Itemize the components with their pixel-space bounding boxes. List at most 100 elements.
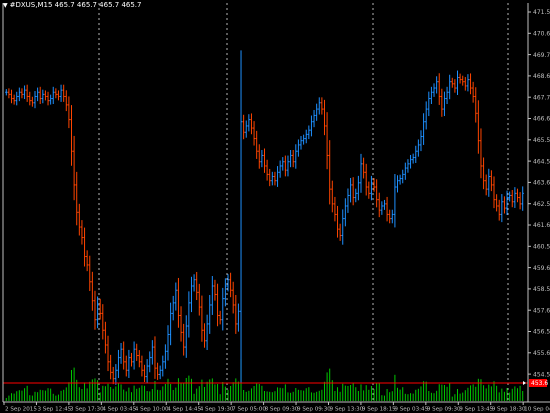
- price-tick-label: 458.5: [533, 286, 550, 293]
- ohlc-bar: [80, 220, 84, 245]
- price-tick-label: 457.6: [533, 307, 550, 314]
- ohlc-bar: [508, 191, 511, 202]
- ohlc-bar: [291, 149, 295, 168]
- ohlc-bar: [182, 323, 185, 356]
- time-axis[interactable]: 2 Sep 2015 3 Sep 12:453 Sep 17:304 Sep 03…: [3, 402, 550, 413]
- ohlc-bar: [23, 85, 26, 100]
- ohlc-bar: [25, 84, 29, 102]
- ohlc-bar: [401, 169, 404, 184]
- time-tick-label: 9 Sep 13:45: [459, 407, 493, 413]
- time-tick-label: 9 Sep 18:30: [492, 407, 526, 413]
- ohlc-bar: [471, 81, 475, 103]
- ohlc-bar: [101, 304, 105, 340]
- ohlc-bar: [498, 199, 501, 221]
- ohlc-bar: [70, 105, 73, 166]
- ohlc-bar: [250, 113, 253, 135]
- time-tick-label: 9 Sep 18:15: [362, 407, 396, 413]
- ohlc-bar: [500, 194, 504, 223]
- ohlc-bar: [224, 278, 227, 307]
- time-tick-label: 9 Sep 03:45: [394, 407, 428, 413]
- ohlc-bar: [451, 77, 454, 88]
- time-tick-label: 4 Sep 03:45: [102, 407, 136, 413]
- ohlc-bar: [438, 73, 441, 105]
- ohlc-bar: [93, 290, 97, 330]
- ohlc-bar: [474, 87, 477, 123]
- price-tick-label: 465.5: [533, 137, 550, 144]
- price-tick-label: 459.6: [533, 265, 550, 272]
- ohlc-bar: [98, 298, 102, 320]
- ohlc-bar: [414, 145, 417, 163]
- ohlc-bar: [185, 315, 188, 358]
- ohlc-bar: [265, 159, 269, 181]
- ohlc-bar: [479, 128, 483, 179]
- price-marker-icon: [523, 381, 526, 385]
- ohlc-bar: [440, 88, 444, 117]
- ohlc-bar: [331, 180, 334, 213]
- price-axis[interactable]: 471.5 470.6 469.7 468.6 467.7 466.6 465.5 464.5…: [528, 9, 550, 378]
- ohlc-bar: [148, 351, 151, 373]
- ohlc-bar: [359, 153, 363, 193]
- ohlc-bar: [430, 86, 433, 104]
- ohlc-bar: [396, 175, 399, 193]
- ohlc-bar: [271, 171, 274, 186]
- ohlc-bar: [88, 255, 91, 292]
- ohlc-bar: [166, 325, 170, 361]
- ohlc-bar: [435, 76, 438, 94]
- ohlc-bar: [54, 88, 58, 99]
- time-tick-label: 10 Sep 04:00: [524, 407, 550, 413]
- ohlc-bar: [490, 170, 493, 192]
- ohlc-bar: [72, 135, 76, 201]
- ohlc-bar: [192, 274, 196, 292]
- ohlc-bar: [464, 77, 467, 91]
- ohlc-bar: [205, 314, 209, 350]
- ohlc-bar: [177, 277, 180, 328]
- ohlc-bar: [388, 209, 391, 224]
- price-tick-label: 464.5: [533, 158, 550, 165]
- ohlc-bar: [12, 94, 16, 105]
- ohlc-bar: [213, 279, 217, 301]
- ohlc-bar: [276, 166, 279, 187]
- ohlc-bar: [299, 136, 303, 150]
- ohlc-bar: [114, 364, 118, 385]
- ohlc-bar: [239, 50, 243, 383]
- price-chart[interactable]: 453.6 471.5 470.6 469.7 468.6 467.7 466.6 465.…: [0, 0, 550, 413]
- ohlc-bar: [461, 75, 464, 86]
- ohlc-bar: [132, 341, 136, 370]
- ohlc-bar: [503, 196, 506, 214]
- ohlc-bar: [200, 295, 204, 342]
- ohlc-bar: [203, 323, 206, 348]
- ohlc-bar: [432, 83, 436, 97]
- time-tick-label: 4 Sep 10:00: [135, 407, 169, 413]
- ohlc-bar: [255, 130, 258, 159]
- ohlc-bar: [484, 174, 488, 196]
- ohlc-bar: [36, 87, 39, 102]
- ohlc-bar: [351, 177, 355, 206]
- volume-bars: [5, 359, 524, 401]
- ohlc-bar: [422, 113, 425, 145]
- ohlc-bar: [229, 272, 232, 298]
- ohlc-bar: [482, 157, 485, 190]
- price-tick-label: 454.5: [533, 371, 550, 378]
- ohlc-bar: [130, 352, 133, 367]
- ohlc-bar: [424, 101, 428, 130]
- ohlc-bar: [39, 86, 42, 104]
- ohlc-bar: [44, 90, 47, 101]
- ohlc-bar: [286, 155, 290, 177]
- ohlc-bar: [263, 148, 266, 173]
- ohlc-bar: [346, 188, 350, 213]
- price-tick-label: 462.5: [533, 201, 550, 208]
- ohlc-bar: [393, 174, 397, 228]
- ohlc-bar: [318, 97, 321, 115]
- ohlc-bar: [65, 90, 68, 112]
- ohlc-bar: [315, 103, 318, 121]
- ohlc-bar: [198, 283, 201, 316]
- ohlc-bar: [211, 276, 214, 315]
- time-tick-label: 3 Sep 12:45: [37, 407, 71, 413]
- ohlc-bar: [325, 112, 329, 170]
- ohlc-bar: [158, 365, 162, 380]
- ohlc-bar: [375, 179, 378, 208]
- ohlc-bar: [161, 355, 164, 377]
- time-tick-label: 4 Sep 19:30: [200, 407, 234, 413]
- ohlc-bar: [208, 294, 211, 334]
- ohlc-bar: [117, 349, 120, 378]
